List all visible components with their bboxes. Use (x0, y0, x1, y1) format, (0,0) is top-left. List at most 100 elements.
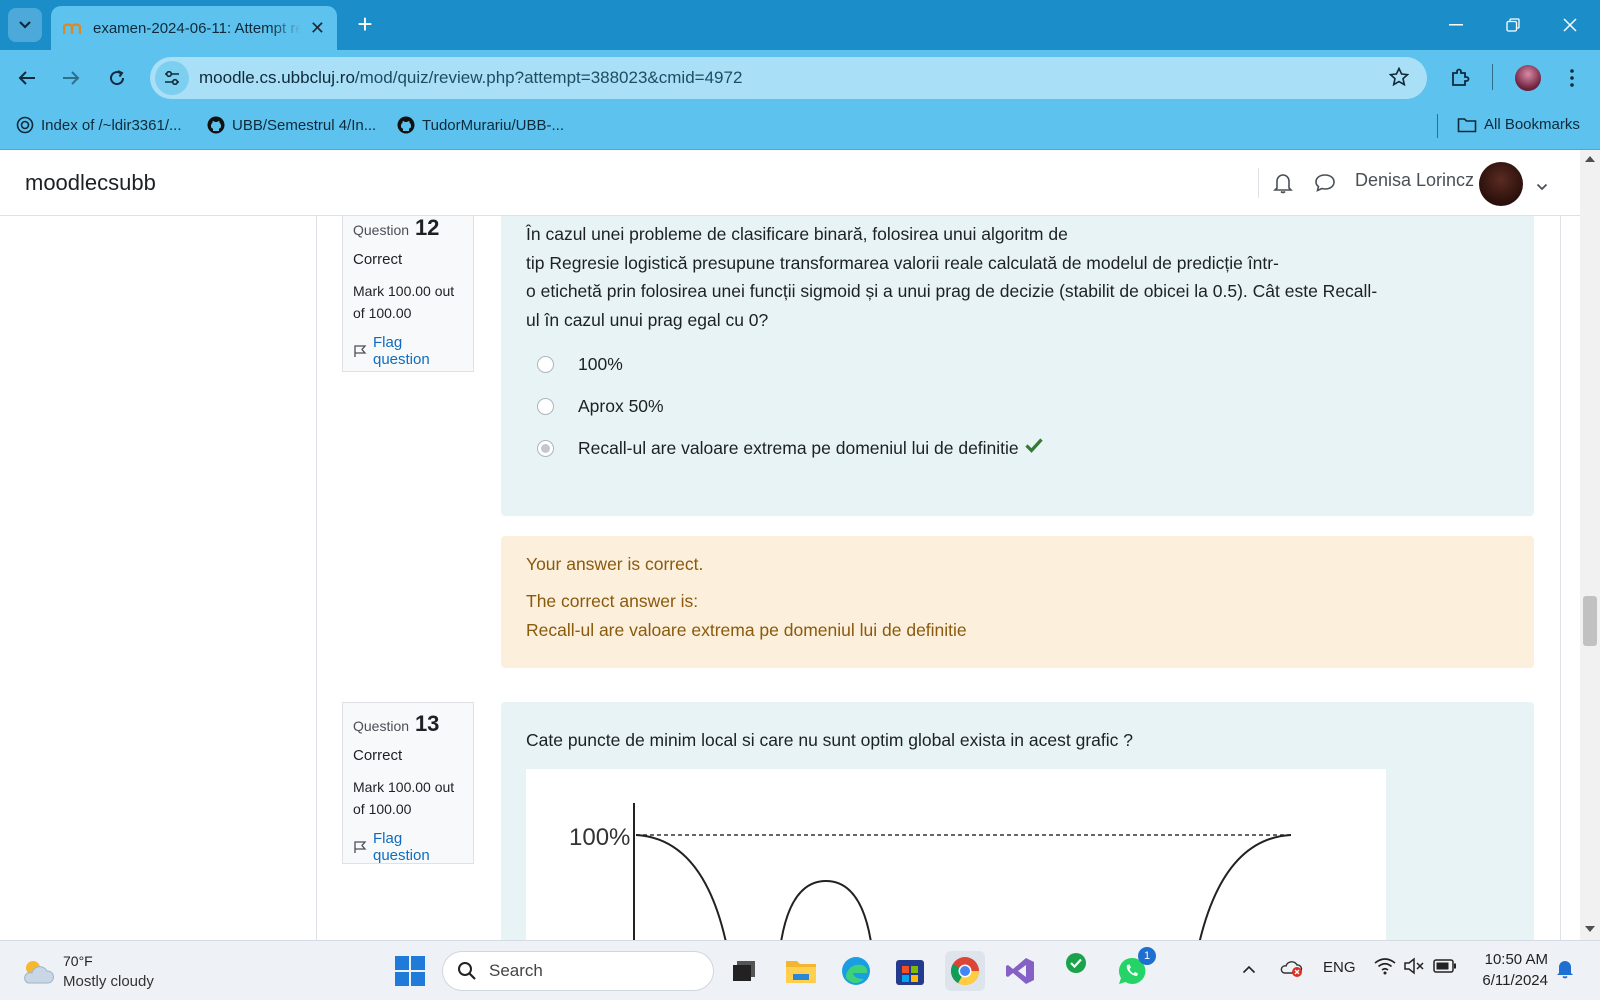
answer-radio[interactable] (537, 397, 554, 415)
whatsapp-app[interactable]: 1 (1112, 947, 1156, 991)
messages-button[interactable] (1314, 173, 1336, 198)
chrome-app[interactable] (945, 951, 985, 991)
weather-temp: 70°F (63, 953, 93, 969)
puzzle-icon (1452, 68, 1470, 86)
address-bar[interactable]: moodle.cs.ubbcluj.ro/mod/quiz/review.php… (150, 57, 1427, 99)
feedback-text: Your answer is correct. (526, 554, 704, 574)
answer-label: 100% (578, 353, 623, 374)
bookmark-label: UBB/Semestrul 4/In... (232, 116, 377, 134)
new-tab-button[interactable]: + (352, 11, 378, 38)
store-app[interactable] (890, 951, 930, 991)
bookmark-star-icon[interactable] (1388, 66, 1410, 92)
taskbar-search[interactable]: Search (442, 951, 714, 991)
answer-option[interactable]: Recall-ul are valoare extrema pe domeniu… (526, 434, 1509, 462)
restore-icon (1506, 18, 1520, 32)
language-indicator[interactable]: ENG (1323, 959, 1356, 976)
github-icon (397, 116, 415, 134)
extensions-button[interactable] (1444, 62, 1476, 94)
answer-option[interactable]: Aprox 50% (526, 392, 1509, 420)
notification-center-button[interactable] (1556, 959, 1574, 984)
check-icon (1025, 438, 1043, 453)
page-scrollbar[interactable] (1580, 150, 1600, 940)
user-avatar[interactable] (1479, 162, 1523, 206)
answer-radio[interactable] (537, 355, 554, 373)
bookmark-label: TudorMurariu/UBB-... (422, 116, 564, 134)
chrome-menu-button[interactable] (1556, 62, 1588, 94)
answer-radio-selected[interactable] (537, 439, 554, 457)
flag-question-link[interactable]: Flag question (353, 334, 463, 368)
question-text: Cate puncte de minim local si care nu su… (526, 730, 1133, 750)
clock-date: 6/11/2024 (1482, 972, 1548, 989)
right-answer-label: The correct answer is: (526, 591, 699, 611)
browser-toolbar: moodle.cs.ubbcluj.ro/mod/quiz/review.php… (0, 50, 1600, 104)
all-bookmarks-button[interactable]: All Bookmarks (1457, 116, 1580, 133)
back-button[interactable] (11, 62, 43, 94)
site-info-button[interactable] (155, 61, 189, 95)
site-brand[interactable]: moodlecsubb (25, 170, 156, 196)
globe-icon (16, 116, 34, 134)
chevron-down-icon (1536, 183, 1548, 191)
user-menu-toggle[interactable] (1536, 178, 1548, 196)
bookmark-label: Index of /~ldir3361/... (41, 116, 182, 134)
search-icon (458, 962, 476, 980)
profile-button[interactable] (1512, 62, 1544, 94)
tab-search-button[interactable] (8, 8, 42, 42)
bell-icon (1273, 174, 1293, 194)
close-window-button[interactable] (1550, 8, 1590, 42)
bookmark-item[interactable]: UBB/Semestrul 4/In... (207, 116, 376, 134)
task-view-button[interactable] (724, 951, 764, 991)
onedrive-status[interactable] (1280, 957, 1304, 984)
flag-question-label: Flag question (372, 830, 430, 864)
volume-status[interactable] (1403, 957, 1425, 980)
toolbar-divider (1492, 64, 1493, 90)
drawer-divider (316, 216, 317, 940)
answer-label: Recall-ul are valoare extrema pe domeniu… (578, 437, 1019, 458)
battery-icon (1433, 959, 1456, 973)
notifications-button[interactable] (1273, 172, 1293, 199)
chevron-up-icon (1242, 965, 1256, 974)
moodle-favicon-icon (63, 23, 81, 34)
tune-icon (165, 71, 179, 85)
scroll-thumb[interactable] (1583, 596, 1597, 646)
notification-badge: 1 (1138, 947, 1156, 965)
visual-studio-app[interactable] (1000, 951, 1040, 991)
edge-app[interactable] (836, 951, 876, 991)
page-content: Question 12 Correct Mark 100.00 out of 1… (0, 216, 1580, 940)
file-explorer-app[interactable] (781, 951, 821, 991)
tray-app-checked[interactable] (1056, 951, 1096, 991)
browser-tab-strip: examen-2024-06-11: Attempt review ✕ + (0, 0, 1600, 50)
user-name[interactable]: Denisa Lorincz (1355, 170, 1474, 191)
weather-desc: Mostly cloudy (63, 973, 154, 990)
wifi-icon (1374, 958, 1396, 975)
bookmarks-divider (1437, 114, 1438, 138)
tab-title: examen-2024-06-11: Attempt review (93, 19, 301, 37)
forward-button[interactable] (55, 62, 87, 94)
bookmark-item[interactable]: TudorMurariu/UBB-... (397, 116, 564, 134)
question-number-value: 13 (414, 711, 440, 736)
minimize-icon (1449, 24, 1463, 26)
browser-tab-active[interactable]: examen-2024-06-11: Attempt review ✕ (51, 6, 337, 50)
wifi-status[interactable] (1374, 957, 1396, 980)
flag-icon (354, 841, 367, 853)
battery-status[interactable] (1433, 958, 1457, 979)
question-text-line: tip Regresie logistică presupune transfo… (526, 252, 1279, 273)
bell-icon (1557, 961, 1573, 979)
restore-button[interactable] (1493, 8, 1533, 42)
question-label: Question (353, 718, 410, 734)
all-bookmarks-label: All Bookmarks (1484, 116, 1580, 133)
bookmark-item[interactable]: Index of /~ldir3361/... (16, 116, 182, 134)
show-hidden-icons-button[interactable] (1242, 961, 1256, 979)
flag-icon (354, 345, 367, 357)
question-text-line: o etichetă prin folosirea unei funcții s… (526, 281, 1378, 301)
answer-option[interactable]: 100% (526, 350, 1509, 378)
profile-avatar (1515, 65, 1541, 91)
question-text-line: ul în cazul unui prag egal cu 0? (526, 309, 769, 330)
url-text: moodle.cs.ubbcluj.ro/mod/quiz/review.php… (199, 68, 742, 88)
reload-button[interactable] (101, 62, 133, 94)
clock[interactable]: 10:50 AM 6/11/2024 (1470, 949, 1548, 991)
start-button[interactable] (390, 951, 430, 991)
flag-question-link[interactable]: Flag question (353, 830, 463, 864)
bookmarks-bar: Index of /~ldir3361/... UBB/Semestrul 4/… (0, 104, 1600, 150)
minimize-button[interactable] (1436, 8, 1476, 42)
close-tab-icon[interactable]: ✕ (310, 18, 325, 39)
